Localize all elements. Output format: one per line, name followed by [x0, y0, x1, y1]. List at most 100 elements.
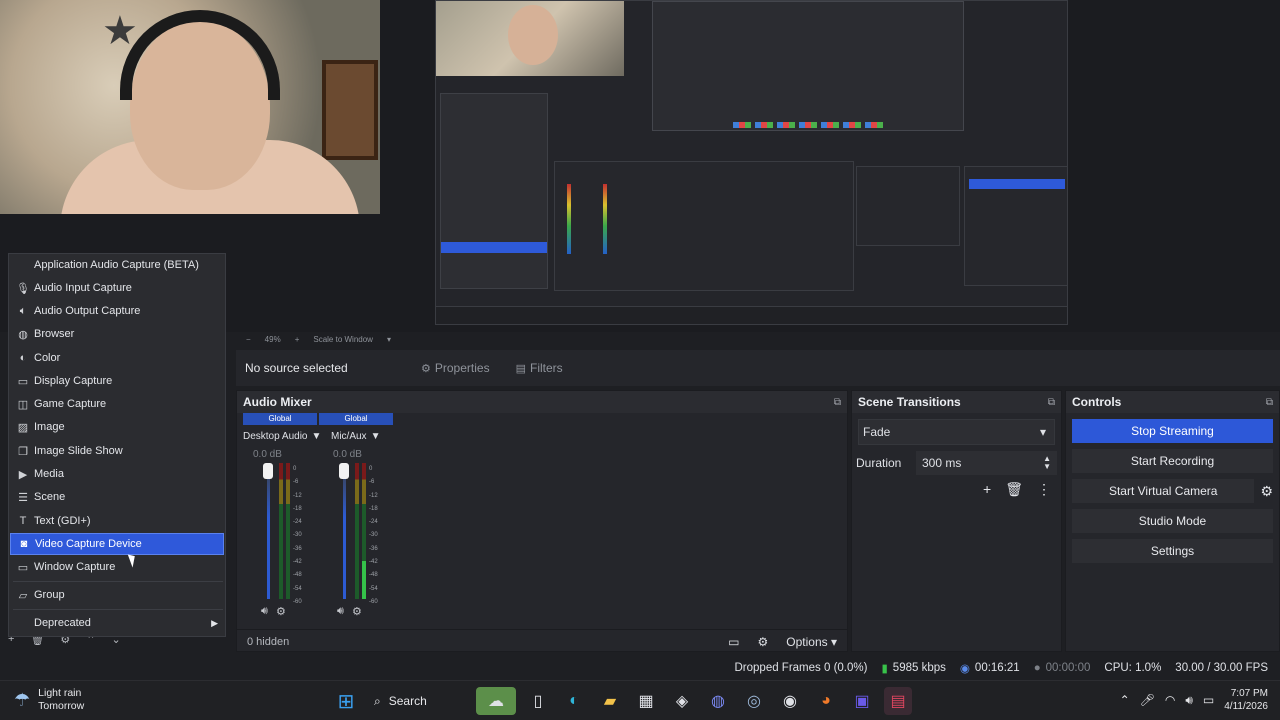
volume-slider-track[interactable]: [267, 463, 270, 599]
nested-screen-capture: [435, 0, 1068, 325]
menu-item-scene[interactable]: ☰ Scene: [10, 486, 224, 508]
search-icon: ⌕: [374, 693, 381, 708]
source-context-bar: No source selected ⚙ Properties ▤ Filter…: [236, 350, 1280, 386]
clock[interactable]: 7:07 PM 4/11/2026: [1224, 687, 1268, 713]
virtual-camera-gear-icon[interactable]: ⚙: [1260, 483, 1273, 500]
volume-meter: 0 -6 -12 -18 -24 -30 -36 -42 -48 -54 -60: [279, 463, 305, 605]
volume-slider-handle[interactable]: [263, 463, 273, 479]
zoom-in-icon[interactable]: +: [295, 335, 300, 344]
gamepad-icon: ◫: [17, 398, 29, 411]
menu-item-group[interactable]: ▱ Group: [10, 584, 224, 606]
audio-settings-icon[interactable]: ⚙: [276, 605, 286, 618]
store-icon[interactable]: ▦: [632, 687, 660, 715]
volume-slider-track[interactable]: [343, 463, 346, 599]
trash-icon[interactable]: 🗑︎: [1005, 481, 1023, 498]
edge-browser-icon[interactable]: ◐: [560, 687, 588, 715]
menu-item-display-capture[interactable]: ▭ Display Capture: [10, 370, 224, 392]
rain-cloud-icon: ☂: [14, 689, 31, 710]
window-capture-icon: ▭: [17, 561, 29, 574]
volume-meter: 0 -6 -12 -18 -24 -30 -36 -42 -48 -54 -60: [355, 463, 381, 605]
menu-item-browser[interactable]: ◍ Browser: [10, 323, 224, 345]
menu-item-image-slide-show[interactable]: ❐ Image Slide Show: [10, 440, 224, 462]
menu-item-media[interactable]: ▶ Media: [10, 463, 224, 485]
stop-streaming-button[interactable]: Stop Streaming: [1072, 419, 1273, 443]
weather-widget[interactable]: ☂ Light rain Tomorrow: [14, 687, 84, 713]
steam-icon[interactable]: ◎: [740, 687, 768, 715]
hidden-count: 0 hidden: [247, 635, 290, 648]
duration-spinbox[interactable]: 300 ms ▲ ▼: [916, 451, 1057, 475]
submenu-arrow-icon: ▶: [211, 617, 218, 628]
menu-item-game-capture[interactable]: ◫ Game Capture: [10, 393, 224, 415]
popout-icon[interactable]: ⧉: [1266, 397, 1273, 408]
mixer-layout-icon[interactable]: ▭: [728, 635, 739, 649]
microphone-icon: 🎙︎: [16, 282, 30, 295]
menu-item-audio-output-capture[interactable]: 🔈︎ Audio Output Capture: [10, 300, 224, 322]
start-virtual-camera-button[interactable]: Start Virtual Camera: [1072, 479, 1255, 503]
speaker-icon[interactable]: 🔊︎: [337, 605, 344, 618]
file-explorer-icon[interactable]: ▰: [596, 687, 624, 715]
no-source-label: No source selected: [245, 361, 348, 375]
tray-overflow-icon[interactable]: ⌃: [1120, 693, 1130, 707]
properties-button[interactable]: ⚙ Properties: [415, 350, 496, 386]
settings-button[interactable]: Settings: [1072, 539, 1273, 563]
microphone-icon[interactable]: 🎤︎: [1140, 693, 1155, 707]
mixer-gear-icon[interactable]: ⚙: [758, 635, 769, 649]
discord-icon[interactable]: ◍: [704, 687, 732, 715]
file-viewer-icon[interactable]: ▯: [524, 687, 552, 715]
add-transition-icon[interactable]: +: [983, 481, 991, 498]
audio-settings-icon[interactable]: ⚙: [352, 605, 362, 618]
menu-item-image[interactable]: ▨ Image: [10, 416, 224, 438]
monitor-icon: ▭: [17, 375, 29, 388]
scene-transitions-dock: Scene Transitions ⧉ Fade ▾ Duration 300 …: [851, 390, 1062, 652]
battery-icon[interactable]: ▭: [1203, 693, 1214, 707]
channel-name-menu[interactable]: Mic/Aux ▼: [331, 427, 411, 445]
volume-slider-handle[interactable]: [339, 463, 349, 479]
play-icon: ▶: [18, 468, 28, 481]
signal-bars-icon: ▮: [881, 663, 888, 675]
app-icon[interactable]: ▣: [848, 687, 876, 715]
wifi-icon[interactable]: ◠: [1165, 693, 1175, 707]
scene-transitions-title: Scene Transitions: [858, 395, 961, 409]
global-tag: Global: [243, 413, 317, 425]
menu-item-application-audio-capture[interactable]: Application Audio Capture (BETA): [10, 254, 224, 276]
mixer-channel-desktop-audio: Global Desktop Audio ▼ 0.0 dB 0 -6 -12 -18 -2…: [243, 413, 321, 629]
popout-icon[interactable]: ⧉: [1048, 397, 1055, 408]
scale-mode[interactable]: Scale to Window: [313, 335, 373, 344]
channel-name-menu[interactable]: Desktop Audio ▼: [243, 427, 323, 445]
menu-item-deprecated[interactable]: Deprecated ▶: [10, 612, 224, 634]
channel-volume-db: 0.0 dB: [253, 449, 282, 460]
audio-mixer-dock: Audio Mixer ⧉ Global Desktop Audio ▼ 0.0 …: [236, 390, 848, 652]
meter-ticks: 0 -6 -12 -18 -24 -30 -36 -42 -48 -54 -60: [293, 466, 302, 605]
chevron-down-icon[interactable]: ▾: [387, 335, 391, 344]
studio-mode-button[interactable]: Studio Mode: [1072, 509, 1273, 533]
firefox-icon[interactable]: ◕: [812, 687, 840, 715]
menu-item-video-capture-device[interactable]: ◙ Video Capture Device: [10, 533, 224, 555]
widgets-icon[interactable]: ☁: [476, 687, 516, 715]
obs-icon[interactable]: ◉: [776, 687, 804, 715]
taskbar-search[interactable]: ⌕ Search: [368, 687, 468, 715]
filters-button[interactable]: ▤ Filters: [510, 350, 569, 386]
more-options-icon[interactable]: ⋮: [1037, 481, 1051, 498]
start-recording-button[interactable]: Start Recording: [1072, 449, 1273, 473]
options-button[interactable]: Options ▾: [786, 635, 837, 649]
popout-icon[interactable]: ⧉: [834, 397, 841, 408]
fps: 30.00 / 30.00 FPS: [1175, 662, 1268, 674]
volume-icon[interactable]: 🔊︎: [1185, 693, 1193, 708]
active-app-icon[interactable]: ▤: [884, 687, 912, 715]
menu-item-window-capture[interactable]: ▭ Window Capture: [10, 556, 224, 578]
zoom-out-icon[interactable]: −: [246, 335, 251, 344]
speaker-icon[interactable]: 🔊︎: [261, 605, 268, 618]
menu-item-audio-input-capture[interactable]: 🎙︎ Audio Input Capture: [10, 277, 224, 299]
menu-item-color[interactable]: ◐ Color: [10, 347, 224, 369]
stream-time: 00:16:21: [974, 662, 1020, 674]
system-tray: ⌃ 🎤︎ ◠ 🔊︎ ▭ 7:07 PM 4/11/2026: [1120, 687, 1268, 713]
spin-arrows-icon: ▲ ▼: [1043, 454, 1051, 471]
windows-start-icon[interactable]: ⊞: [332, 687, 360, 715]
meter-ticks: 0 -6 -12 -18 -24 -30 -36 -42 -48 -54 -60: [369, 466, 378, 605]
speaker-icon: 🔈︎: [19, 304, 27, 317]
menu-item-text-gdi[interactable]: T Text (GDI+): [10, 510, 224, 532]
controls-title: Controls: [1072, 395, 1122, 409]
capcut-icon[interactable]: ◈: [668, 687, 696, 715]
gear-icon: ⚙: [421, 362, 431, 375]
transition-select[interactable]: Fade ▾: [858, 419, 1055, 445]
